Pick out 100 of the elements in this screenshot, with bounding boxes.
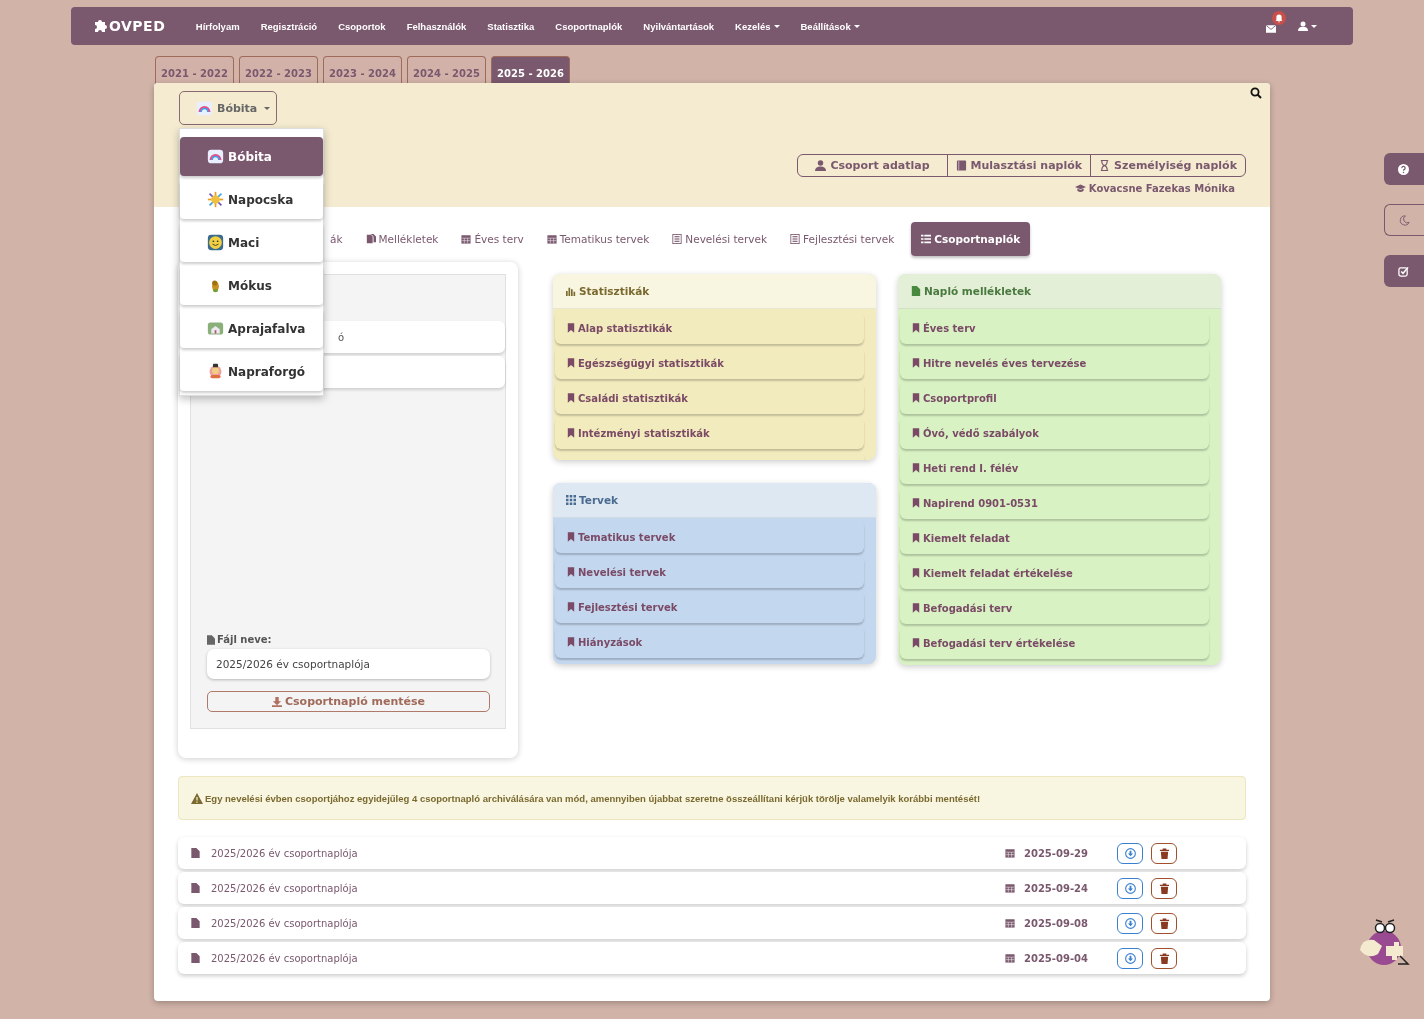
section-tab[interactable]: Mellékletek: [355, 222, 449, 256]
search-icon[interactable]: [1250, 87, 1262, 99]
user-menu[interactable]: [1296, 19, 1319, 33]
list-icon: [921, 234, 932, 244]
field-label: Fájl neve:: [217, 634, 272, 645]
year-tab[interactable]: 2025 - 2026: [491, 56, 570, 84]
calendar-icon: [1005, 848, 1015, 858]
nav-link[interactable]: Nyilvántartások: [643, 20, 715, 32]
file-name: 2025/2026 év csoportnaplója: [211, 882, 359, 894]
panel-link[interactable]: Éves terv: [900, 312, 1209, 344]
nav-link[interactable]: Csoportok: [338, 20, 386, 32]
year-tab[interactable]: 2022 - 2023: [239, 56, 318, 84]
panel-link[interactable]: Egészségügyi statisztikák: [555, 347, 864, 379]
header-button[interactable]: Mulasztási naplók: [946, 155, 1091, 176]
panel-link[interactable]: Családi statisztikák: [555, 382, 864, 414]
nav-link[interactable]: Beállítások: [800, 20, 860, 32]
nav-link[interactable]: Felhasználók: [406, 20, 467, 32]
bookmark-icon: [912, 393, 920, 403]
panel-link[interactable]: Befogadási terv: [900, 592, 1209, 624]
file-icon: [191, 918, 200, 928]
bookmark-icon: [912, 463, 920, 473]
smiley-icon: [207, 234, 224, 251]
panel-link[interactable]: Napirend 0901-0531: [900, 487, 1209, 519]
section-tab[interactable]: Tematikus tervek: [536, 222, 660, 256]
bookmark-icon: [567, 602, 575, 612]
caret-icon: [1311, 24, 1317, 28]
panel-link[interactable]: Befogadási terv értékelése: [900, 627, 1209, 659]
rainbow-icon: [196, 99, 213, 117]
panel-link[interactable]: Óvó, védő szabályok: [900, 417, 1209, 449]
header-button[interactable]: Csoport adatlap: [798, 155, 947, 176]
download-button[interactable]: [1117, 947, 1143, 969]
bookmark-icon: [912, 498, 920, 508]
bookmark-icon: [912, 358, 920, 368]
delete-button[interactable]: [1151, 947, 1177, 969]
bookmark-icon: [912, 323, 920, 333]
group-option[interactable]: Aprajafalva: [180, 309, 323, 348]
trash-icon: [1158, 882, 1170, 894]
panel-link[interactable]: Csoportprofil: [900, 382, 1209, 414]
year-tab[interactable]: 2023 - 2024: [323, 56, 402, 84]
file-date: 2025-09-08: [1024, 917, 1089, 929]
house-icon: [207, 320, 224, 337]
envelope-icon[interactable]: [1266, 25, 1276, 33]
bookmark-icon: [567, 637, 575, 647]
flower-icon: [207, 363, 224, 380]
panel-link[interactable]: Heti rend I. félév: [900, 452, 1209, 484]
file-name-field[interactable]: 2025/2026 év csoportnaplója: [207, 649, 490, 679]
group-option[interactable]: Napocska: [180, 180, 323, 219]
panel-link[interactable]: Alap statisztikák: [555, 312, 864, 344]
delete-button[interactable]: [1151, 842, 1177, 864]
section-tab[interactable]: Éves terv: [451, 222, 534, 256]
bell-icon[interactable]: [1272, 11, 1286, 25]
checklist-button[interactable]: [1384, 255, 1424, 287]
year-tab[interactable]: 2021 - 2022: [155, 56, 234, 84]
bookmark-icon: [912, 533, 920, 543]
bookmark-icon: [567, 567, 575, 577]
panel-link[interactable]: Hiányzások: [555, 626, 864, 658]
header-button[interactable]: Személyiség naplók: [1090, 155, 1245, 176]
delete-button[interactable]: [1151, 877, 1177, 899]
dark-mode-button[interactable]: [1384, 204, 1424, 236]
download-button[interactable]: [1117, 842, 1143, 864]
user-icon: [1298, 21, 1308, 31]
trash-icon: [1158, 917, 1170, 929]
puzzle-icon: [93, 18, 109, 34]
save-button[interactable]: Csoportnapló mentése: [207, 691, 490, 712]
nav-link[interactable]: Csoportnaplók: [555, 20, 623, 32]
file-name: 2025/2026 év csoportnaplója: [211, 847, 359, 859]
download-button[interactable]: [1117, 912, 1143, 934]
delete-button[interactable]: [1151, 912, 1177, 934]
panel-link[interactable]: Kiemelt feladat értékelése: [900, 557, 1209, 589]
file-date: 2025-09-24: [1024, 882, 1089, 894]
section-tab[interactable]: Fejlesztési tervek: [780, 222, 905, 256]
download-icon: [1124, 847, 1136, 859]
files-icon: [365, 234, 376, 244]
section-tab[interactable]: Csoportnaplók: [911, 222, 1031, 256]
download-icon: [1124, 952, 1136, 964]
file-icon: [911, 286, 921, 296]
download-button[interactable]: [1117, 877, 1143, 899]
panel-link[interactable]: Fejlesztési tervek: [555, 591, 864, 623]
nav-link[interactable]: Statisztika: [487, 20, 535, 32]
panel-link[interactable]: Intézményi statisztikák: [555, 417, 864, 449]
group-option[interactable]: Bóbita: [180, 137, 323, 176]
section-tab[interactable]: ák: [320, 222, 353, 256]
brand-logo[interactable]: OVPED: [109, 18, 166, 34]
panel-link[interactable]: Kiemelt feladat: [900, 522, 1209, 554]
year-tab[interactable]: 2024 - 2025: [407, 56, 486, 84]
panel-link[interactable]: Tematikus tervek: [555, 521, 864, 553]
download-icon: [271, 696, 282, 707]
nav-link[interactable]: Kezelés: [735, 20, 780, 32]
panel-link[interactable]: Nevelési tervek: [555, 556, 864, 588]
group-option[interactable]: Maci: [180, 223, 323, 262]
trash-icon: [1158, 952, 1170, 964]
nav-link[interactable]: Hírfolyam: [195, 20, 240, 32]
section-tab[interactable]: Nevelési tervek: [662, 222, 778, 256]
calendar-icon: [546, 234, 557, 244]
help-button[interactable]: [1384, 153, 1424, 185]
group-select-button[interactable]: Bóbita: [179, 91, 277, 125]
nav-link[interactable]: Regisztráció: [260, 20, 318, 32]
group-option[interactable]: Mókus: [180, 266, 323, 305]
group-option[interactable]: Napraforgó: [180, 352, 323, 391]
panel-link[interactable]: Hitre nevelés éves tervezése: [900, 347, 1209, 379]
